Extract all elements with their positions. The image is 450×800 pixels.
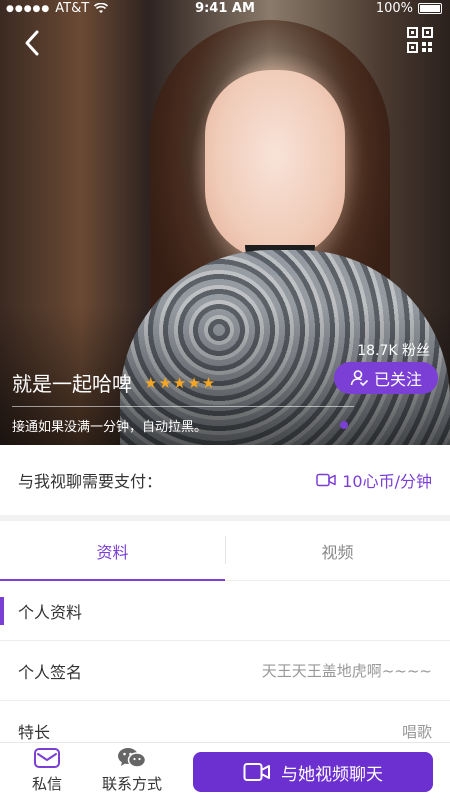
video-chat-label: 与她视频聊天 (281, 764, 383, 785)
hero-photo-face (205, 70, 345, 260)
video-chat-button[interactable]: 与她视频聊天 (193, 752, 433, 792)
info-key: 特长 (18, 723, 51, 742)
hero-divider (12, 406, 354, 407)
info-value: 天王天王盖地虎啊~~~~ (261, 662, 432, 680)
fans-count: 18.7K 粉丝 (357, 343, 430, 359)
contact-button[interactable]: 联系方式 (96, 747, 168, 794)
qr-code-icon (407, 27, 433, 53)
envelope-icon (34, 748, 60, 768)
message-button[interactable]: 私信 (22, 747, 72, 794)
message-label: 私信 (31, 775, 62, 793)
info-value: 唱歌 (401, 722, 432, 741)
status-right: 100% (376, 1, 442, 16)
info-row-signature: 个人签名 天王天王盖地虎啊~~~~ (0, 641, 450, 701)
nickname-row: 就是一起哈啤 ★★★★★ (12, 368, 216, 397)
section-title: 个人资料 (0, 581, 450, 641)
tab-divider (225, 536, 226, 564)
photo-page-indicator (340, 421, 348, 429)
nickname: 就是一起哈啤 (12, 372, 132, 396)
price-value: 10心币/分钟 (316, 468, 432, 492)
battery-icon (418, 3, 442, 14)
battery-percent: 100% (375, 1, 413, 16)
follow-label: 已关注 (373, 370, 422, 389)
tab-profile-label: 资料 (96, 542, 129, 562)
price-row: 与我视聊需要支付： 10心币/分钟 (0, 445, 450, 515)
contact-label: 联系方式 (101, 775, 162, 793)
follow-button[interactable]: 已关注 (334, 362, 438, 394)
price-label: 与我视聊需要支付： (18, 472, 163, 491)
tab-videos[interactable]: 视频 (225, 521, 450, 580)
video-camera-icon (243, 763, 270, 781)
profile-description: 接通如果没满一分钟，自动拉黑。 (12, 420, 208, 435)
wechat-icon (118, 748, 147, 768)
rating-stars: ★★★★★ (144, 373, 217, 392)
section-marker (0, 597, 4, 625)
back-button[interactable] (18, 28, 48, 58)
bottom-action-bar: 私信 联系方式 与她视频聊天 (0, 742, 450, 800)
user-check-icon (350, 370, 368, 387)
info-key: 个人签名 (18, 662, 83, 682)
chevron-left-icon (25, 30, 39, 56)
qr-code-button[interactable] (406, 26, 434, 54)
tab-videos-label: 视频 (321, 542, 354, 562)
tab-profile[interactable]: 资料 (0, 521, 225, 581)
status-bar: ●●●●● AT&T 9:41 AM 100% (0, 0, 450, 18)
price-amount: 10心币/分钟 (342, 472, 432, 491)
video-camera-icon (316, 473, 336, 487)
